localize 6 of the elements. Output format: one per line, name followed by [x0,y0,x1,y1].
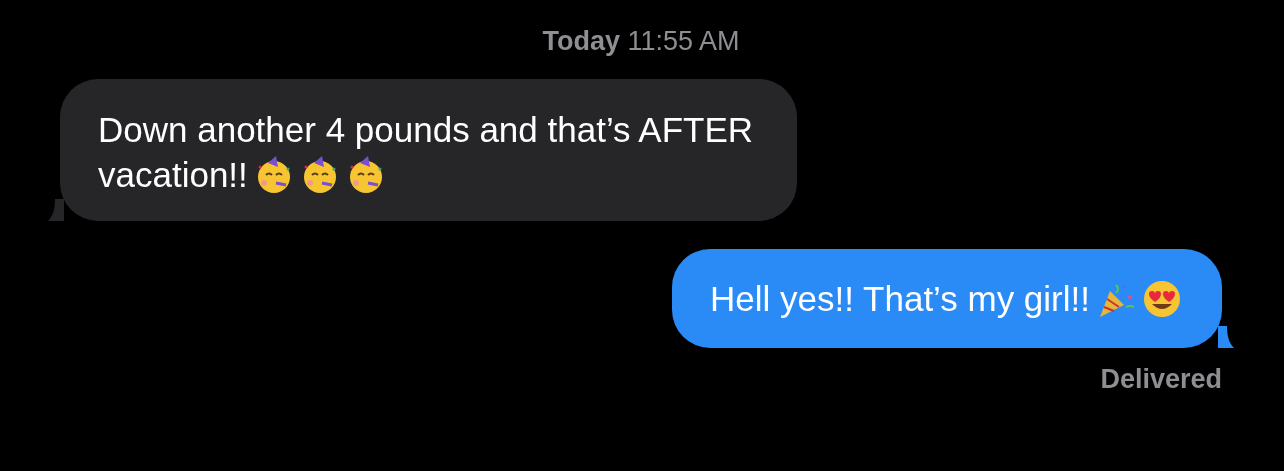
message-text: Hell yes!! That’s my girl!! [710,278,1090,320]
message-text: Down another 4 pounds and that’s AFTER [98,109,754,151]
message-text: vacation!! [98,154,248,196]
heart-eyes-icon [1142,278,1182,319]
delivery-status: Delivered [1100,364,1222,395]
timestamp: Today 11:55 AM [542,26,740,57]
